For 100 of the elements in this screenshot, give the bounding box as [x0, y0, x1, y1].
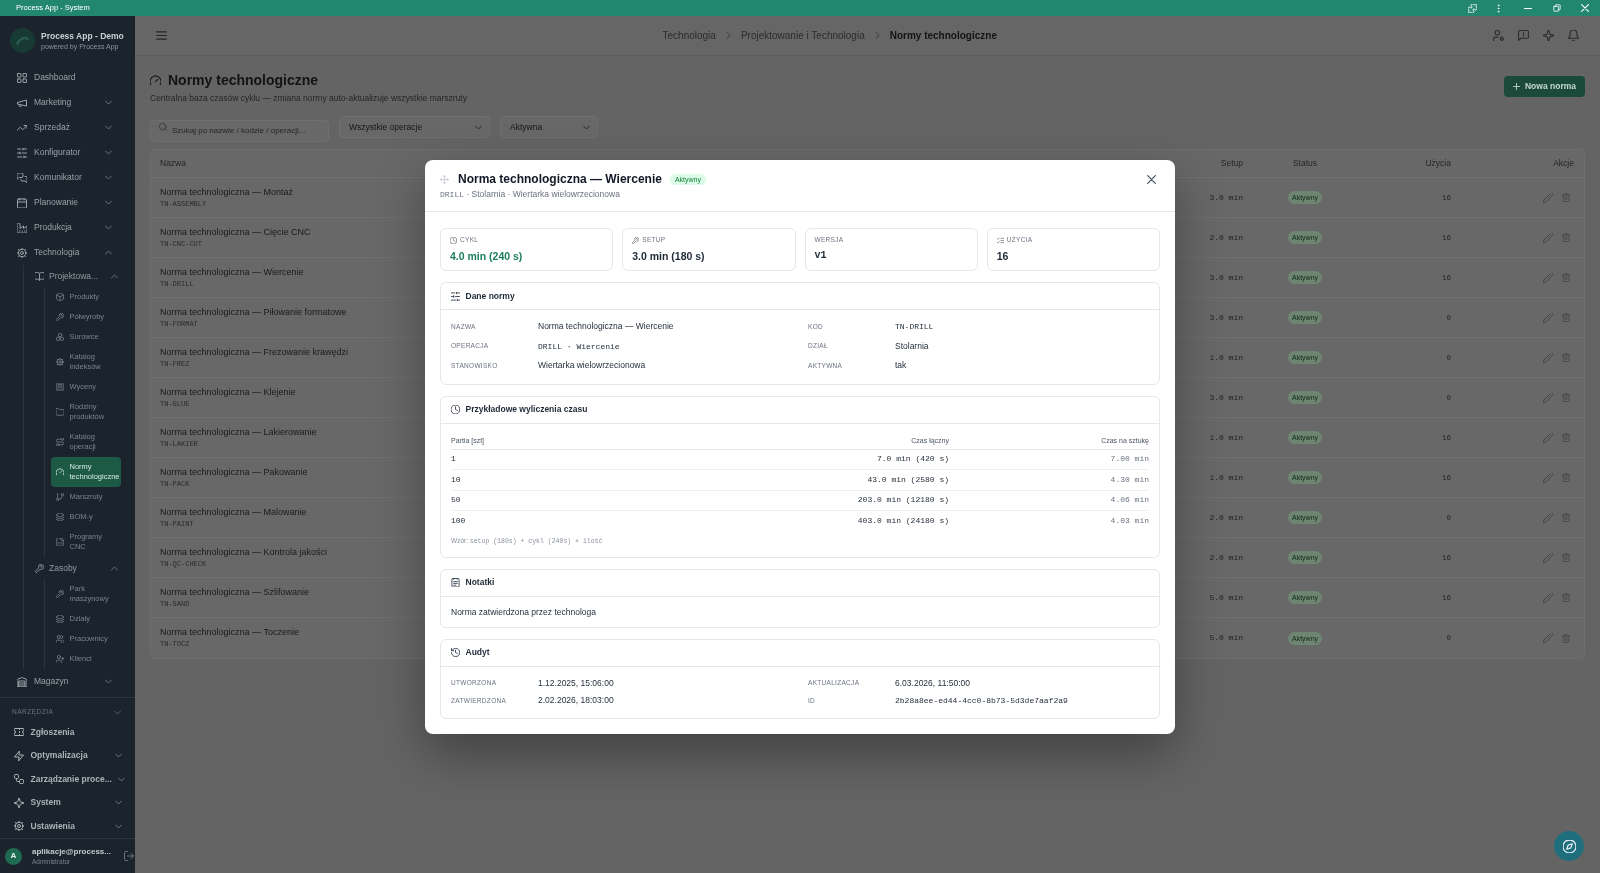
- route-icon: [56, 438, 64, 446]
- nav-item[interactable]: Dashboard: [6, 65, 129, 90]
- pencil-icon[interactable]: [1543, 552, 1553, 563]
- page-title: Normy technologiczne: [168, 71, 319, 89]
- nav-item[interactable]: Projektowa...: [28, 265, 129, 287]
- table-cell: 7.00 min: [1110, 454, 1149, 465]
- trash-icon[interactable]: [1562, 193, 1570, 202]
- wrench-icon: [56, 313, 64, 321]
- field-value: 6.03.2026, 11:50:00: [895, 677, 970, 689]
- nav-item[interactable]: Zgłoszenia: [6, 720, 129, 744]
- sparkle-icon[interactable]: [1542, 30, 1554, 41]
- trash-icon[interactable]: [1562, 473, 1570, 482]
- pencil-icon[interactable]: [1543, 592, 1553, 603]
- table-cell: 43.0 min (2580 s): [867, 474, 949, 485]
- trash-icon[interactable]: [1562, 553, 1570, 562]
- trash-icon[interactable]: [1562, 593, 1570, 602]
- chevron-down-icon: [475, 123, 482, 131]
- stat-value: 4.0 min (240 s): [450, 250, 523, 262]
- logout-icon[interactable]: [124, 851, 134, 861]
- select-field[interactable]: Aktywna: [500, 116, 598, 138]
- norm-name: Norma technologiczna — Wiercenie: [160, 266, 304, 278]
- pencil-icon[interactable]: [1543, 192, 1553, 203]
- select-field[interactable]: Wszystkie operacje: [339, 116, 490, 138]
- trash-icon[interactable]: [1562, 393, 1570, 402]
- column-header: Nazwa: [160, 158, 186, 169]
- nav-item[interactable]: System: [6, 791, 129, 815]
- nav-item[interactable]: Zasoby: [28, 557, 129, 579]
- nav-item[interactable]: Magazyn: [6, 669, 129, 694]
- warehouse-icon: [17, 676, 27, 687]
- pencil-icon[interactable]: [1543, 633, 1553, 643]
- minimize-icon[interactable]: [1524, 7, 1532, 9]
- table-cell: 7.0 min (420 s): [877, 454, 949, 465]
- pencil-icon[interactable]: [1543, 512, 1553, 523]
- trash-icon[interactable]: [1562, 433, 1570, 442]
- trash-icon[interactable]: [1562, 233, 1570, 242]
- clock-icon: [450, 236, 457, 244]
- column-header: Użycia: [1425, 158, 1451, 169]
- stat-value: 16: [996, 250, 1009, 262]
- layers-icon: [56, 513, 64, 521]
- pencil-icon[interactable]: [1543, 392, 1553, 403]
- nav-item[interactable]: Planowanie: [6, 190, 129, 215]
- restore-icon[interactable]: [1553, 4, 1561, 12]
- trash-icon[interactable]: [1562, 353, 1570, 362]
- nav-item[interactable]: Sprzedaż: [6, 115, 129, 140]
- user-gear-icon[interactable]: [1492, 30, 1504, 41]
- new-norm-button[interactable]: Nowa norma: [1504, 76, 1585, 97]
- user-avatar: A: [5, 847, 22, 865]
- breadcrumb: Normy technologiczne: [889, 29, 997, 42]
- extension-icon[interactable]: [1468, 3, 1477, 13]
- nav-item[interactable]: Technologia: [6, 240, 129, 265]
- gauge-icon: [150, 74, 161, 86]
- more-icon[interactable]: [1497, 3, 1500, 13]
- section-title: Notatki: [465, 577, 495, 588]
- pencil-icon[interactable]: [1543, 432, 1553, 443]
- modal-subtitle: DRILL · Stolarnia · Wiertarka wielowrzecionowa: [440, 188, 620, 201]
- norm-name: Norma technologiczna — Lakierowanie: [160, 426, 317, 438]
- nav-item[interactable]: Marketing: [6, 90, 129, 115]
- field-value: TN-DRILL: [895, 321, 934, 333]
- trash-icon[interactable]: [1562, 633, 1570, 643]
- pencil-icon[interactable]: [1543, 472, 1553, 483]
- nav-item[interactable]: Optymalizacja: [6, 744, 129, 768]
- bell-icon[interactable]: [1567, 30, 1579, 41]
- nav-item[interactable]: Zarządzanie proce...: [6, 767, 129, 791]
- norm-name: Norma technologiczna — Frezowanie krawędzi: [160, 346, 349, 358]
- pencil-icon[interactable]: [1543, 352, 1553, 363]
- user-email: aplikacje@process...: [32, 846, 111, 857]
- menu-icon[interactable]: [156, 31, 167, 40]
- trash-icon[interactable]: [1562, 273, 1570, 282]
- pencil-icon[interactable]: [1543, 232, 1553, 243]
- field-value: Wiertarka wielowrzecionowa: [538, 360, 646, 372]
- norm-name: Norma technologiczna — Cięcie CNC: [160, 226, 311, 238]
- chevron-down-icon: [583, 123, 590, 131]
- nav-item[interactable]: Konfigurator: [6, 140, 129, 165]
- nav-item[interactable]: Komunikator: [6, 165, 129, 190]
- gear-icon: [14, 821, 24, 832]
- chevron-right-icon: [724, 32, 732, 39]
- note-text: Norma zatwierdzona przez technologa: [451, 605, 597, 618]
- pencil-icon[interactable]: [1543, 272, 1553, 283]
- wrench-icon: [35, 563, 44, 573]
- chevron-right-icon: [873, 32, 881, 39]
- move-icon[interactable]: [440, 174, 449, 184]
- chat-icon[interactable]: [1517, 30, 1529, 41]
- gauge-icon: [56, 468, 64, 476]
- table-cell: 100: [451, 516, 466, 527]
- close-icon[interactable]: [1147, 174, 1156, 184]
- stat-value: v1: [814, 250, 827, 262]
- trash-icon[interactable]: [1562, 313, 1570, 322]
- nav-item[interactable]: Ustawienia: [6, 814, 129, 838]
- search-icon: [159, 123, 167, 131]
- sliders-icon: [17, 147, 27, 158]
- users-icon: [56, 635, 64, 643]
- pencil-icon[interactable]: [1543, 312, 1553, 323]
- chat-icon: [17, 172, 27, 183]
- table-cell: 10: [451, 474, 461, 485]
- nav-item[interactable]: Produkcja: [6, 215, 129, 240]
- ticket-icon: [14, 727, 24, 738]
- book-icon: [35, 271, 44, 281]
- workflow-icon: [14, 774, 24, 785]
- compass-icon: [1562, 839, 1576, 853]
- trash-icon[interactable]: [1562, 513, 1570, 522]
